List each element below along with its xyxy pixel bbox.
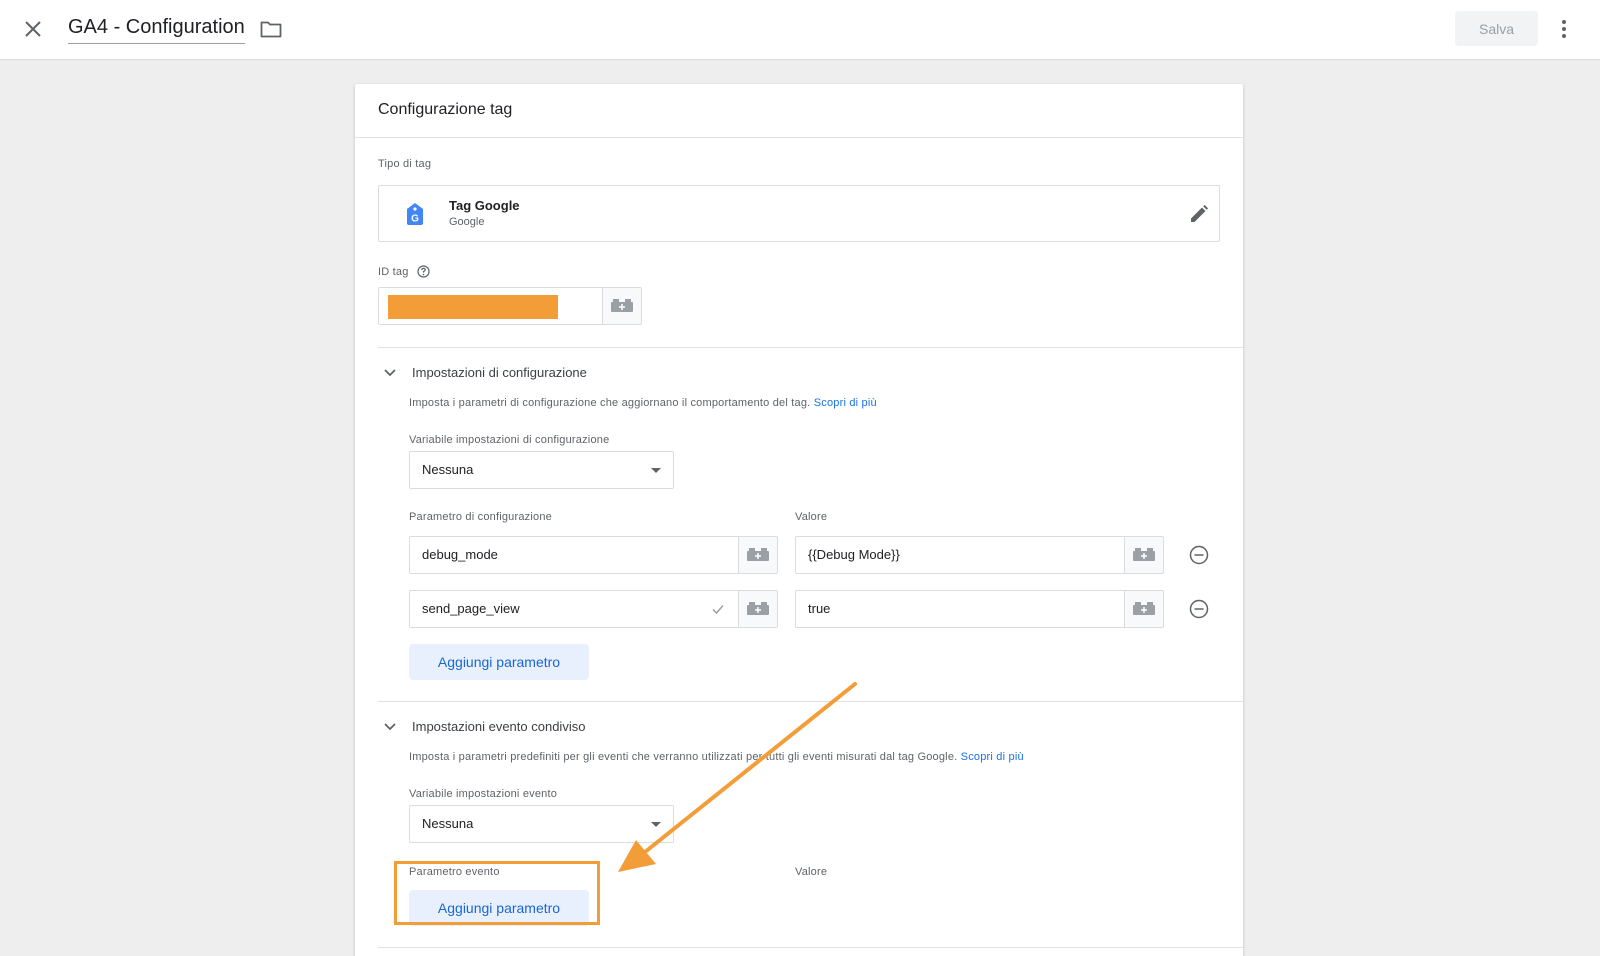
annotation-arrow [618,682,857,872]
